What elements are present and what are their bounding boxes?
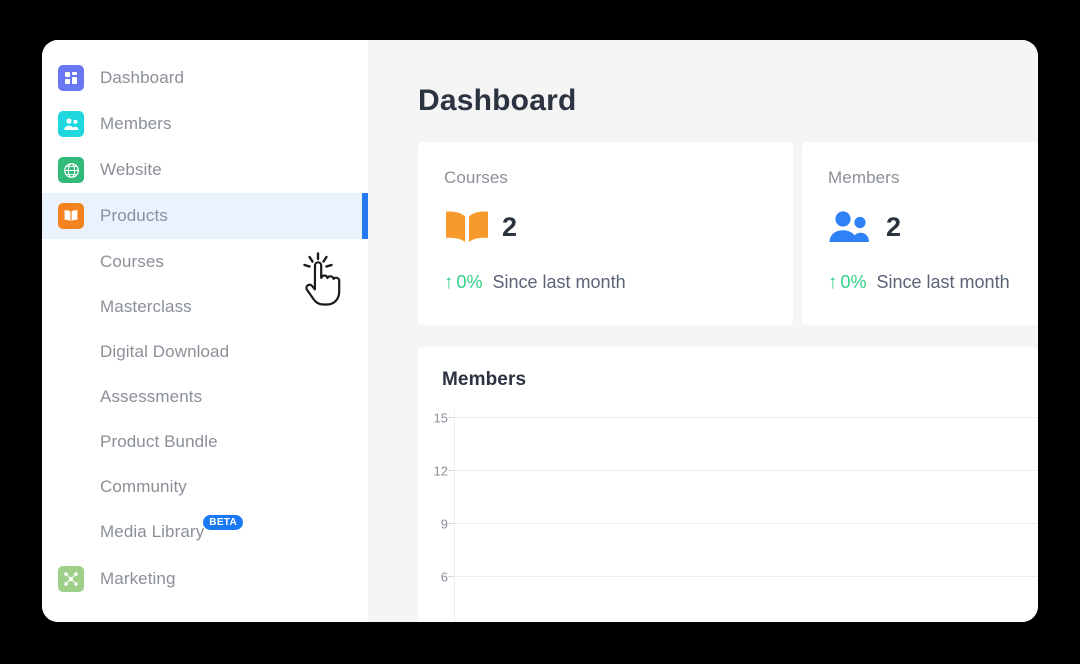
sidebar-subitem-label: Masterclass [100,296,192,316]
chart-gridline: 12 [434,464,1038,479]
stat-card-delta-value: 0% [456,272,483,292]
sidebar-subitem-label: Assessments [100,386,203,406]
sidebar-item-dashboard[interactable]: Dashboard [42,55,368,101]
arrow-up-icon: ↑ [444,272,454,293]
members-chart-card: Members 15 12 9 6 [418,347,1038,622]
chart-ytick-label: 9 [440,516,448,532]
chart-gridline: 9 [441,517,1038,532]
stat-card-value: 2 [886,211,902,242]
sidebar-subitem-product-bundle[interactable]: Product Bundle [42,419,368,464]
chart-plot-area: 15 12 9 6 [418,409,1038,622]
sidebar-item-website[interactable]: Website [42,147,368,193]
sidebar-subitem-courses[interactable]: Courses [42,239,368,284]
stat-card-value-row: 2 [828,204,1038,250]
beta-badge: BETA [203,515,243,530]
stat-card-courses: Courses 2 ↑ 0% Since last month [418,142,793,325]
chart-ytick-label: 15 [433,410,448,426]
sidebar-item-label: Website [100,160,162,179]
main-content: Dashboard Courses 2 ↑ 0% Since last mont… [368,40,1038,622]
sidebar-subitem-community[interactable]: Community [42,464,368,509]
page-title: Dashboard [418,84,577,117]
sidebar-subitem-assessments[interactable]: Assessments [42,374,368,419]
dashboard-grid-icon [58,65,84,91]
chart-gridline: 6 [441,570,1038,585]
stat-card-value: 2 [502,211,518,242]
sidebar-item-label: Marketing [100,569,176,588]
sidebar-item-marketing[interactable]: Marketing [42,556,368,602]
open-book-icon [444,209,492,245]
marketing-network-icon [58,566,84,592]
chart-tick-mark [448,576,454,577]
stat-card-members: Members 2 ↑ 0% Since last month [802,142,1038,325]
sidebar-item-label: Products [100,206,168,225]
stat-card-delta-text: Since last month [876,272,1010,292]
chart-title: Members [442,369,527,390]
sidebar-item-products[interactable]: Products [42,193,368,239]
app-window: Dashboard Members Website Products Cours… [42,40,1038,622]
stat-card-label: Courses [444,168,509,187]
sidebar-subitem-label: Media Library [100,521,205,541]
stat-card-value-row: 2 [444,204,765,250]
chart-tick-mark [448,523,454,524]
chart-tick-mark [448,417,454,418]
arrow-up-icon: ↑ [828,272,838,293]
sidebar-subitem-label: Community [100,476,187,496]
sidebar-subitem-label: Courses [100,251,165,271]
chart-y-axis [454,409,455,622]
stat-card-delta: ↑ 0% Since last month [828,272,1038,293]
stat-card-delta: ↑ 0% Since last month [444,272,765,293]
sidebar-subitem-media-library[interactable]: Media Library BETA [42,509,368,554]
stat-card-row: Courses 2 ↑ 0% Since last month Members … [368,142,1038,325]
stat-card-label: Members [828,168,900,187]
sidebar-subitem-digital-download[interactable]: Digital Download [42,329,368,374]
chart-gridline: 15 [434,411,1038,426]
sidebar-item-label: Members [100,114,172,133]
website-globe-icon [58,157,84,183]
chart-tick-mark [448,470,454,471]
members-people-icon [58,111,84,137]
chart-ytick-label: 6 [440,569,448,585]
sidebar-subitem-label: Digital Download [100,341,230,361]
sidebar: Dashboard Members Website Products Cours… [42,40,368,622]
people-icon [828,209,876,245]
stat-card-delta-text: Since last month [492,272,626,292]
sidebar-subitem-masterclass[interactable]: Masterclass [42,284,368,329]
sidebar-item-members[interactable]: Members [42,101,368,147]
chart-ytick-label: 12 [433,463,448,479]
sidebar-subitem-label: Product Bundle [100,431,218,451]
stat-card-delta-value: 0% [840,272,867,292]
sidebar-item-label: Dashboard [100,68,185,87]
products-book-icon [58,203,84,229]
